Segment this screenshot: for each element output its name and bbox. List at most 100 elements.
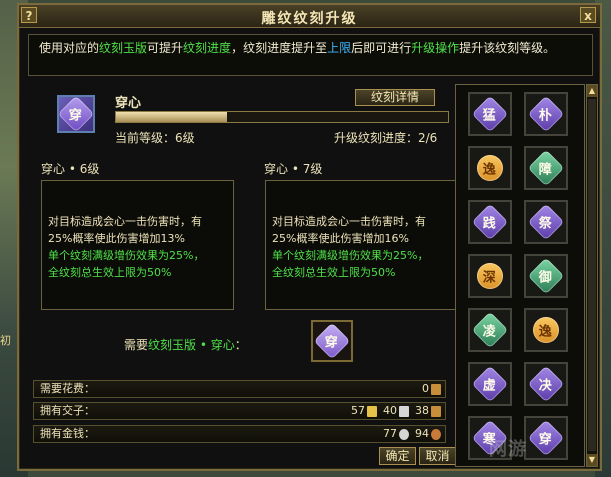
progress-bar [115, 111, 449, 123]
engraving-slot[interactable]: 逸 [524, 308, 568, 352]
effect-line: 单个纹刻满级增伤效果为25%， [48, 249, 205, 262]
engraving-slot[interactable]: 践 [468, 200, 512, 244]
confirm-button[interactable]: 确定 [379, 447, 416, 465]
progress-fill [116, 112, 227, 122]
ingot-row: 拥有交子： 57 40 38 [33, 402, 446, 420]
ingot-gold: 57 [351, 403, 377, 419]
engraving-gem-icon: 朴 [527, 95, 565, 133]
engraving-slot[interactable]: 御 [524, 254, 568, 298]
required-item-label: 需要纹刻玉版 • 穿心： [124, 336, 247, 353]
engraving-slot[interactable]: 猛 [468, 92, 512, 136]
gem-char: 朴 [539, 108, 553, 124]
current-level-title: 穿心 • 6级 [41, 162, 100, 176]
silver-coin-icon [399, 428, 409, 440]
need-prefix: 需要 [124, 338, 149, 352]
engraving-gem-icon: 障 [527, 149, 565, 187]
intro-highlight: 纹刻进度 [183, 41, 232, 55]
upgrade-panel: 穿 穿心 纹刻详情 当前等级：6级 升级纹刻进度：2/6 穿心 • 6级 穿心 … [28, 83, 458, 373]
cost-label: 需要花费： [40, 382, 95, 395]
gem-char: 决 [539, 378, 553, 394]
skill-icon[interactable]: 穿 [57, 95, 95, 133]
gold-value: 57 [351, 404, 365, 417]
gem-char: 践 [483, 216, 497, 232]
scroll-up-icon[interactable]: ▲ [587, 85, 597, 97]
engraving-slot[interactable]: 深 [468, 254, 512, 298]
scroll-down-icon[interactable]: ▼ [587, 454, 597, 466]
engraving-slot[interactable]: 逸 [468, 146, 512, 190]
engraving-gem-icon: 猛 [471, 95, 509, 133]
gem-char: 祭 [539, 216, 553, 232]
window-title: 雕纹纹刻升级 [261, 11, 358, 27]
engraving-gem-icon: 御 [527, 257, 565, 295]
gem-char: 猛 [483, 108, 497, 124]
intro-text: 可提升 [147, 41, 184, 55]
backdrop-label: 初 [0, 334, 11, 347]
effect-line: 单个纹刻满级增伤效果为25%， [272, 249, 429, 262]
engraving-gem-icon: 穿 [57, 95, 95, 133]
engraving-slot[interactable]: 凌 [468, 308, 512, 352]
required-item-slot[interactable]: 穿 [311, 320, 353, 362]
jade-tablet-icon: 穿 [313, 322, 351, 360]
cancel-button[interactable]: 取消 [419, 447, 456, 465]
money-label: 拥有金钱： [40, 427, 95, 440]
engraving-gem-icon: 凌 [471, 311, 509, 349]
engraving-upgrade-window: ? 雕纹纹刻升级 x 使用对应的纹刻玉版可提升纹刻进度，纹刻进度提升至上限后即可… [17, 3, 602, 471]
money-silver: 77 [383, 426, 409, 442]
gem-char: 御 [539, 270, 553, 286]
title-bar[interactable]: ? 雕纹纹刻升级 x [19, 5, 600, 28]
engraving-gem-icon: 逸 [471, 149, 509, 187]
effect-line: 对目标造成会心一击伤害时，有 [272, 215, 426, 228]
intro-text: 后即可进行 [351, 41, 412, 55]
copper-value: 94 [415, 427, 429, 440]
ingot-icon [431, 383, 441, 395]
engraving-gem-icon: 深 [471, 257, 509, 295]
gem-char: 逸 [483, 162, 497, 178]
effect-line: 25%概率使此伤害增加13% [48, 232, 185, 245]
gem-char: 穿 [325, 335, 339, 351]
engraving-slot[interactable]: 决 [524, 362, 568, 406]
engraving-gem-icon: 穿 [527, 419, 565, 457]
engraving-slot[interactable]: 朴 [524, 92, 568, 136]
close-button[interactable]: x [580, 7, 596, 23]
effect-line: 全纹刻总生效上限为50% [272, 266, 396, 279]
intro-highlight: 上限 [327, 41, 352, 55]
gem-char: 穿 [539, 432, 553, 448]
engraving-slot[interactable]: 祭 [524, 200, 568, 244]
gold-ingot-icon [367, 405, 377, 417]
skill-name: 穿心 [115, 96, 142, 111]
need-suffix: ： [234, 338, 247, 352]
engraving-gem-icon: 践 [471, 203, 509, 241]
ingot-silver: 40 [383, 403, 409, 419]
copper-value: 38 [415, 404, 429, 417]
engraving-gem-icon: 虚 [471, 365, 509, 403]
silver-ingot-icon [399, 405, 409, 417]
gem-char: 凌 [483, 324, 497, 340]
cost-row: 需要花费： 0 [33, 380, 446, 398]
copper-ingot-icon [431, 405, 441, 417]
engraving-slot[interactable]: 障 [524, 146, 568, 190]
intro-text: 提升该纹刻等级。 [459, 41, 556, 55]
money-row: 拥有金钱： 77 94 [33, 425, 446, 443]
engraving-slot[interactable]: 穿 [524, 416, 568, 460]
next-effect-box: 对目标造成会心一击伤害时，有 25%概率使此伤害增加16% 单个纹刻满级增伤效果… [265, 180, 458, 310]
intro-text: ，纹刻进度提升至 [231, 41, 328, 55]
engraving-detail-button[interactable]: 纹刻详情 [355, 89, 435, 106]
engraving-grid: 猛朴逸障践祭深御凌逸虚决寒穿 [455, 84, 585, 467]
scroll-thumb[interactable] [588, 99, 596, 451]
effect-line: 对目标造成会心一击伤害时，有 [48, 215, 202, 228]
instruction-text: 使用对应的纹刻玉版可提升纹刻进度，纹刻进度提升至上限后即可进行升级操作提升该纹刻… [28, 34, 593, 76]
next-level-title: 穿心 • 7级 [264, 162, 323, 176]
effect-line: 25%概率使此伤害增加16% [272, 232, 409, 245]
copper-coin-icon [431, 428, 441, 440]
money-copper: 94 [415, 426, 441, 442]
ingot-label: 拥有交子： [40, 404, 95, 417]
ingot-copper: 38 [415, 403, 441, 419]
intro-text: 使用对应的 [39, 41, 100, 55]
grid-scrollbar[interactable]: ▲ ▼ [586, 84, 598, 467]
engraving-slot[interactable]: 虚 [468, 362, 512, 406]
silver-value: 77 [383, 427, 397, 440]
gem-char: 逸 [539, 324, 553, 340]
engraving-gem-icon: 祭 [527, 203, 565, 241]
gem-char: 穿 [69, 108, 83, 124]
engraving-gem-icon: 逸 [527, 311, 565, 349]
